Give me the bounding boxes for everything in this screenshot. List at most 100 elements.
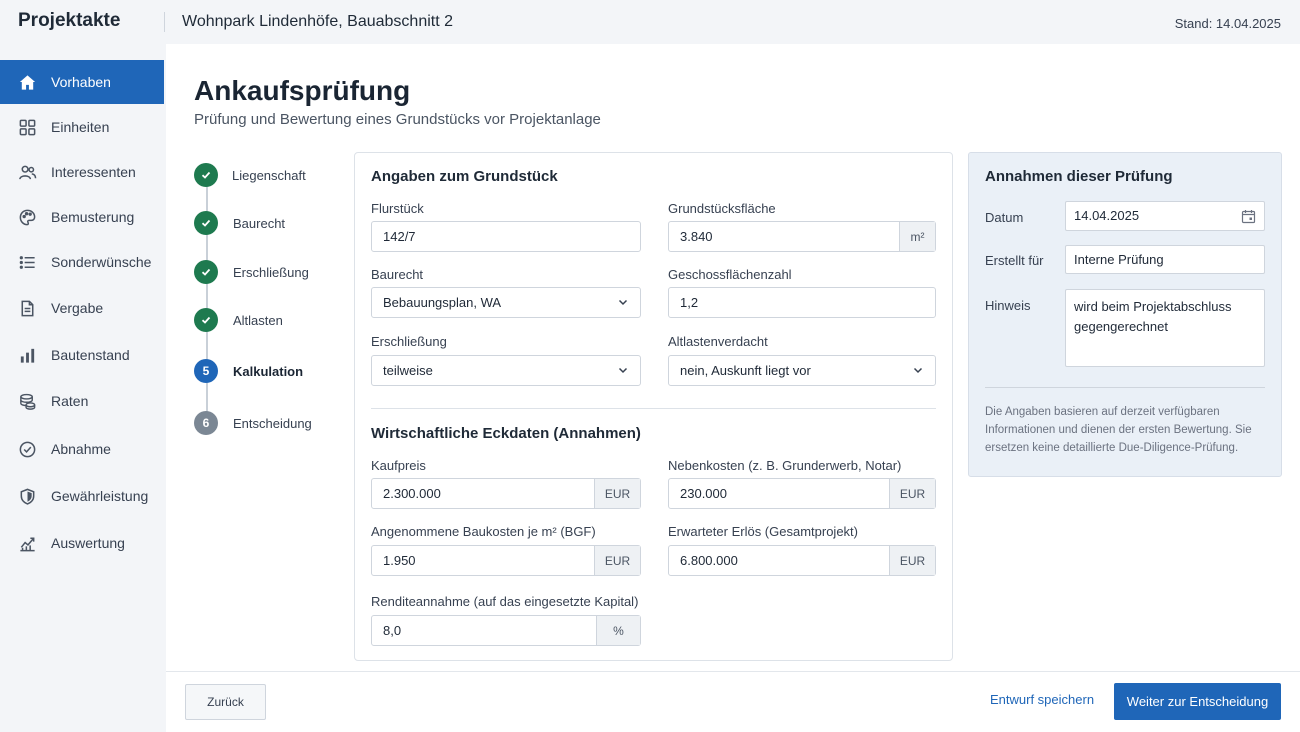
main-content: Ankaufsprüfung Prüfung und Bewertung ein… (166, 44, 1300, 671)
rendite-label: Renditeannahme (auf das eingesetzte Kapi… (371, 594, 639, 609)
sidebar-item-vorhaben[interactable]: Vorhaben (0, 60, 164, 104)
step-label: Kalkulation (233, 363, 304, 379)
sidebar-item-gewaehrleistung[interactable]: Gewährleistung (0, 474, 164, 518)
palette-icon (17, 207, 37, 227)
nebenkosten-input[interactable]: 230.000 EUR (668, 478, 936, 509)
step-label: Entscheidung (233, 415, 312, 431)
hinweis-label: Hinweis (985, 298, 1031, 313)
step-erschliessung[interactable]: Erschließung (194, 259, 354, 285)
rendite-unit: % (596, 616, 640, 645)
chevron-down-icon (618, 299, 628, 306)
flaeche-input[interactable]: 3.840 m² (668, 221, 936, 252)
check-icon (194, 163, 218, 187)
back-button[interactable]: Zurück (185, 684, 266, 720)
gfz-label: Geschossflächenzahl (668, 267, 792, 282)
hinweis-textarea[interactable]: wird beim Projektabschluss gegengerechne… (1065, 289, 1265, 367)
erloes-value: 6.800.000 (680, 553, 738, 568)
check-icon (194, 260, 218, 284)
assumptions-panel: Annahmen dieser Prüfung Datum 14.04.2025… (968, 152, 1282, 477)
step-entscheidung[interactable]: 6 Entscheidung (194, 410, 354, 436)
altlasten-select[interactable]: nein, Auskunft liegt vor (668, 355, 936, 386)
sidebar-item-label: Vorhaben (51, 74, 111, 90)
step-label: Baurecht (233, 215, 286, 231)
kaufpreis-input[interactable]: 2.300.000 EUR (371, 478, 641, 509)
document-icon (17, 298, 37, 318)
page-subtitle: Prüfung und Bewertung eines Grundstücks … (194, 111, 601, 128)
project-title: Wohnpark Lindenhöfe, Bauabschnitt 2 (182, 13, 454, 30)
step-kalkulation[interactable]: 5 Kalkulation (194, 358, 354, 384)
baurecht-label: Baurecht (371, 267, 424, 282)
step-altlasten[interactable]: Altlasten (194, 307, 354, 333)
flurstueck-value: 142/7 (383, 229, 416, 244)
erschliessung-select[interactable]: teilweise (371, 355, 641, 386)
step-label: Altlasten (233, 312, 283, 328)
sidebar-item-raten[interactable]: Raten (0, 379, 164, 423)
datum-label: Datum (985, 210, 1024, 225)
erschliessung-value: teilweise (383, 363, 433, 378)
erstellt-input[interactable]: Interne Prüfung (1065, 245, 1265, 274)
sidebar-item-label: Sonderwünsche (51, 254, 152, 270)
next-button[interactable]: Weiter zur Entscheidung (1114, 683, 1281, 720)
coins-icon (17, 391, 37, 411)
sidebar-item-label: Vergabe (51, 300, 104, 316)
datum-input[interactable]: 14.04.2025 (1065, 201, 1265, 231)
sidebar-item-einheiten[interactable]: Einheiten (0, 105, 164, 149)
nebenkosten-value: 230.000 (680, 486, 727, 501)
kaufpreis-unit: EUR (594, 479, 640, 508)
shield-icon (17, 486, 37, 506)
flurstueck-input[interactable]: 142/7 (371, 221, 641, 252)
hinweis-value: wird beim Projektabschluss gegengerechne… (1074, 299, 1232, 334)
bar-chart-icon (17, 345, 37, 365)
sidebar-item-interessenten[interactable]: Interessenten (0, 150, 164, 194)
baukosten-label: Angenommene Baukosten je m² (BGF) (371, 524, 596, 539)
top-divider (164, 12, 165, 32)
sidebar-item-bemusterung[interactable]: Bemusterung (0, 195, 164, 239)
sidebar-item-label: Bemusterung (51, 209, 135, 225)
page-title: Ankaufsprüfung (194, 75, 411, 106)
sidebar-item-label: Einheiten (51, 119, 110, 135)
erstellt-value: Interne Prüfung (1074, 252, 1164, 267)
sidebar-item-label: Abnahme (51, 441, 111, 457)
sidebar-item-auswertung[interactable]: Auswertung (0, 521, 164, 565)
top-bar: Projektakte Wohnpark Lindenhöfe, Bauabsc… (0, 0, 1300, 44)
step-label: Erschließung (233, 264, 309, 280)
users-icon (17, 162, 37, 182)
sidebar: Vorhaben Einheiten Interessenten Bemuste… (0, 44, 166, 732)
app-brand[interactable]: Projektakte (18, 10, 120, 32)
erloes-unit: EUR (889, 546, 935, 575)
save-draft-link[interactable]: Entwurf speichern (990, 692, 1094, 707)
baurecht-select[interactable]: Bebauungsplan, WA (371, 287, 641, 318)
sidebar-item-label: Interessenten (51, 164, 136, 180)
grid-icon (17, 117, 37, 137)
step-baurecht[interactable]: Baurecht (194, 210, 354, 236)
chevron-down-icon (913, 367, 923, 374)
erschliessung-label: Erschließung (371, 334, 447, 349)
baukosten-value: 1.950 (383, 553, 416, 568)
assumptions-divider (985, 387, 1265, 388)
section-title-eckdaten: Wirtschaftliche Eckdaten (Annahmen) (371, 425, 641, 442)
sidebar-item-vergabe[interactable]: Vergabe (0, 286, 164, 330)
stand-date: Stand: 14.04.2025 (1174, 16, 1281, 31)
erstellt-label: Erstellt für (985, 253, 1044, 268)
sidebar-item-sonderwuensche[interactable]: Sonderwünsche (0, 240, 164, 284)
calendar-icon[interactable] (1241, 209, 1256, 224)
assumptions-note: Die Angaben basieren auf derzeit verfügb… (985, 406, 1252, 454)
baukosten-input[interactable]: 1.950 EUR (371, 545, 641, 576)
sidebar-item-bautenstand[interactable]: Bautenstand (0, 333, 164, 377)
section-title-grundstueck: Angaben zum Grundstück (371, 168, 558, 185)
flurstueck-label: Flurstück (371, 201, 424, 216)
sidebar-item-abnahme[interactable]: Abnahme (0, 427, 164, 471)
assumptions-title: Annahmen dieser Prüfung (985, 168, 1173, 185)
step-liegenschaft[interactable]: Liegenschaft (194, 162, 354, 188)
gfz-input[interactable]: 1,2 (668, 287, 936, 318)
step-number: 5 (194, 359, 218, 383)
flaeche-unit: m² (899, 222, 935, 251)
nebenkosten-unit: EUR (889, 479, 935, 508)
erloes-input[interactable]: 6.800.000 EUR (668, 545, 936, 576)
flaeche-value: 3.840 (680, 229, 713, 244)
gfz-value: 1,2 (680, 295, 699, 310)
home-icon (17, 72, 37, 92)
section-divider (371, 408, 936, 409)
rendite-value: 8,0 (383, 623, 402, 638)
rendite-input[interactable]: 8,0 % (371, 615, 641, 646)
